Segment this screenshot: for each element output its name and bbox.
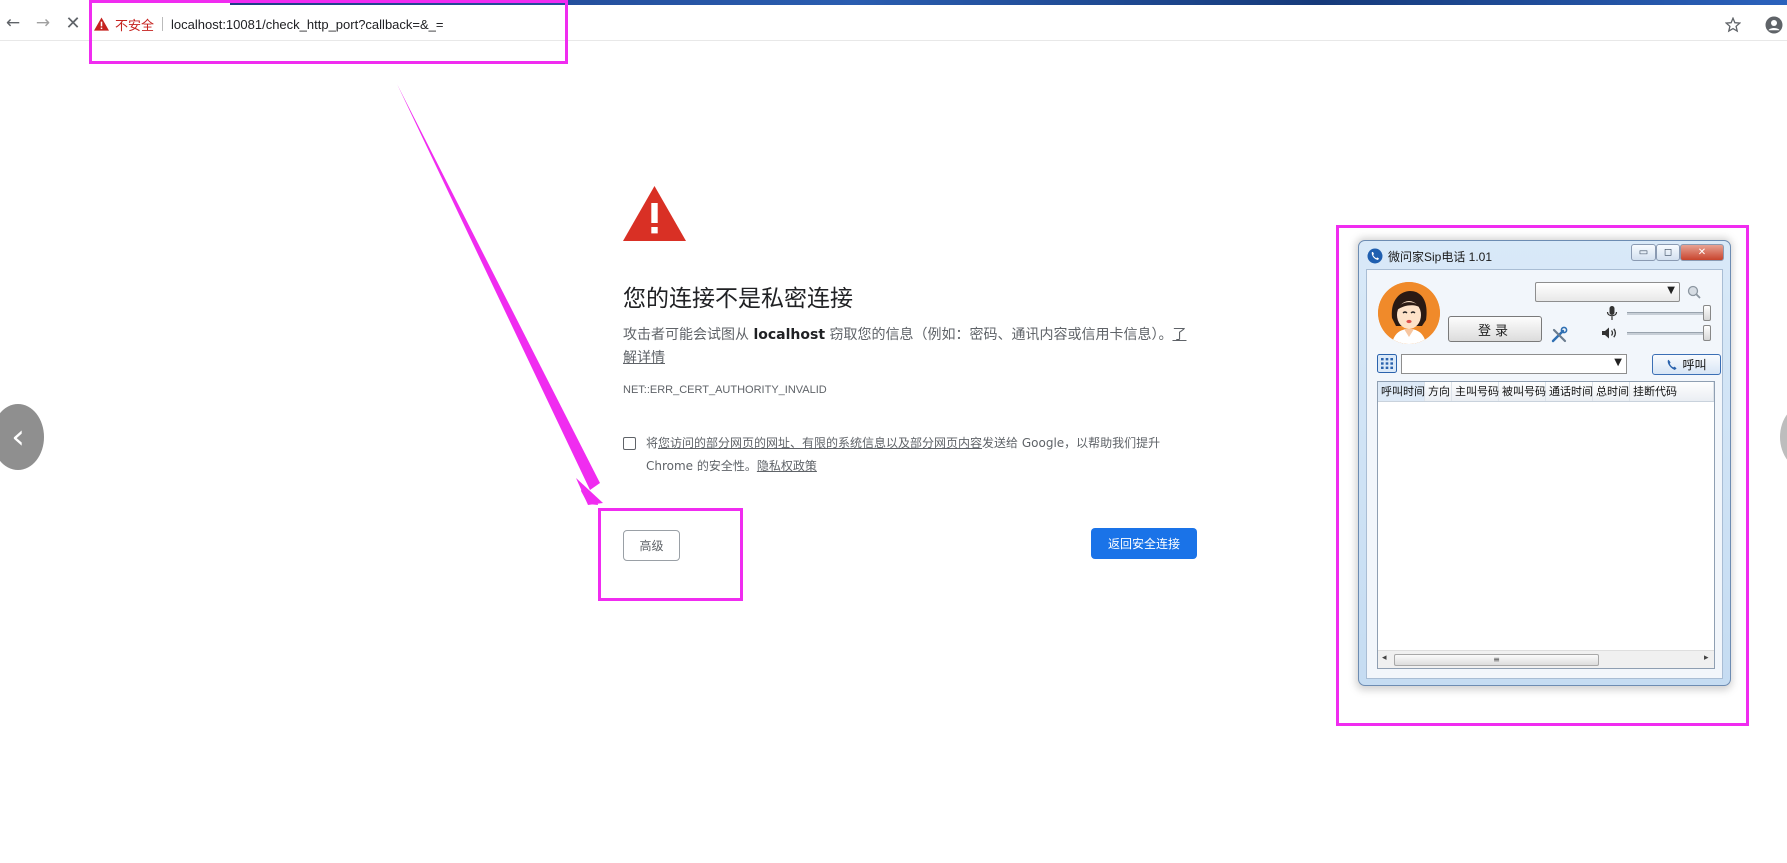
large-warning-icon: [623, 186, 686, 241]
error-code: NET::ERR_CERT_AUTHORITY_INVALID: [623, 384, 827, 396]
desc-host: localhost: [753, 327, 826, 343]
carousel-next-button[interactable]: [1780, 404, 1787, 470]
stop-loading-button[interactable]: ✕: [63, 13, 83, 34]
desc-suffix: 窃取您的信息（例如：密码、通讯内容或信用卡信息）。: [825, 327, 1173, 343]
carousel-prev-button[interactable]: ‹: [0, 404, 44, 470]
back-button[interactable]: ←: [3, 13, 23, 33]
safe-browsing-report-option: 将您访问的部分网页的网址、有限的系统信息以及部分网页内容发送给 Google，以…: [623, 432, 1198, 478]
page-title: 您的连接不是私密连接: [623, 286, 853, 312]
profile-icon[interactable]: [1765, 16, 1783, 34]
report-checkbox[interactable]: [623, 437, 636, 450]
report-text: 将您访问的部分网页的网址、有限的系统信息以及部分网页内容发送给 Google，以…: [646, 432, 1198, 478]
forward-button[interactable]: →: [33, 13, 53, 33]
chevron-left-icon: ‹: [11, 417, 25, 457]
privacy-policy-link[interactable]: 隐私权政策: [757, 459, 817, 473]
back-to-safety-button[interactable]: 返回安全连接: [1091, 528, 1197, 559]
report-prefix: 将: [646, 436, 659, 450]
annotation-box-sip-window: [1336, 225, 1749, 726]
error-description: 攻击者可能会试图从 localhost 窃取您的信息（例如：密码、通讯内容或信用…: [623, 324, 1198, 370]
desc-prefix: 攻击者可能会试图从: [623, 327, 754, 343]
annotation-box-url: [89, 0, 568, 64]
bookmark-star-icon[interactable]: [1725, 17, 1741, 33]
annotation-box-advanced: [598, 508, 743, 601]
report-details-link[interactable]: 您访问的部分网页的网址、有限的系统信息以及部分网页内容: [658, 436, 982, 450]
